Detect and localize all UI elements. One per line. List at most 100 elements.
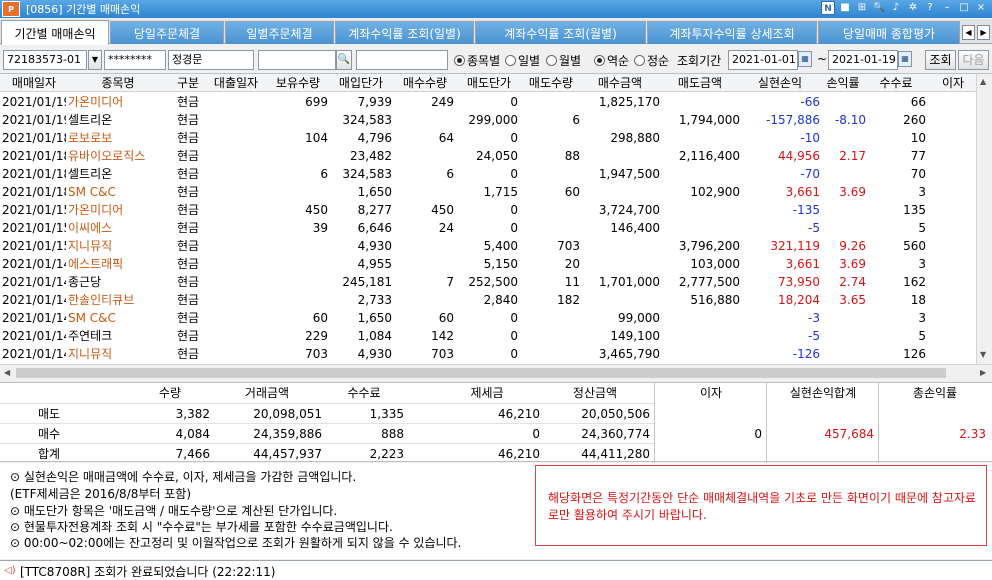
column-header[interactable]: 이자 [930,74,976,92]
table-row[interactable]: 2021/01/19 가온미디어 현금 699 7,939 249 0 1,825,170 -6… [0,93,976,111]
close-icon[interactable]: × [974,1,988,15]
vertical-scrollbar[interactable]: ▲ ▼ [976,74,992,364]
tab-scroll-left-icon[interactable]: ◀ [962,25,975,40]
horizontal-scrollbar[interactable]: ◀ ▶ [0,364,992,380]
cell-buy-price: 2,733 [357,293,392,307]
table-row[interactable]: 2021/01/18 유바이오로직스 현금 23,482 24,050 88 2,116,4… [0,147,976,165]
radio-by-month[interactable]: 월별 [546,52,581,68]
radio-by-stock[interactable]: 종목별 [454,52,500,68]
tab-scroll-right-icon[interactable]: ▶ [977,25,990,40]
scroll-down-icon[interactable]: ▼ [980,350,986,359]
column-header[interactable]: 매입단가 [330,74,392,92]
tab-5[interactable]: 계좌투자수익률 상세조회 [647,21,817,44]
tab-0[interactable]: 기간별 매매손익 [1,20,109,45]
scroll-left-icon[interactable]: ◀ [4,368,10,377]
tab-4[interactable]: 계좌수익률 조회(월별) [475,21,646,44]
layout-icon[interactable]: ⊞ [855,1,869,15]
cell-sell-qty: 11 [564,275,580,289]
search-icon[interactable]: 🔍 [336,50,352,70]
memo-icon[interactable]: ■ [838,1,852,15]
summary-divider [766,383,767,463]
calendar-from-icon[interactable]: ▦ [798,51,812,67]
column-header[interactable]: 매도단가 [458,74,520,92]
column-header[interactable]: 종목명 [72,74,164,92]
query-button[interactable]: 조회 [925,50,956,70]
radio-dot [546,54,557,66]
column-header[interactable]: 대출일자 [208,74,264,92]
table-row[interactable]: 2021/01/15 지니뮤직 현금 4,930 5,400 703 3,796,200 32… [0,237,976,255]
minimize-icon[interactable]: – [940,1,954,15]
column-header[interactable]: 수수료 [866,74,926,92]
summary-header: 이자 [699,386,723,400]
column-header[interactable]: 매수수량 [394,74,456,92]
column-header[interactable]: 보유수량 [266,74,330,92]
table-row[interactable]: 2021/01/19 셀트리온 현금 324,583 299,000 6 1,794,000… [0,111,976,129]
column-header[interactable]: 손익률 [820,74,866,92]
calendar-to-icon[interactable]: ▦ [898,51,912,67]
table-row[interactable]: 2021/01/18 SM C&C 현금 1,650 1,715 60 102,900 3,6… [0,183,976,201]
next-button[interactable]: 다음 [958,50,989,70]
cell-date: 2021/01/14 [2,311,66,325]
table-row[interactable]: 2021/01/14 종근당 현금 245,181 7 252,500 11 1,701,00… [0,273,976,291]
account-number-input[interactable]: 72183573-01 [3,50,87,70]
cell-buy-qty: 7 [446,275,454,289]
column-header[interactable]: 실현손익 [740,74,820,92]
tab-3[interactable]: 계좌수익률 조회(일별) [335,21,474,44]
maximize-icon[interactable]: □ [957,1,971,15]
password-input[interactable]: ******** [104,50,166,70]
stock-code-input[interactable] [258,50,336,70]
column-header[interactable]: 매매일자 [2,74,66,92]
tab-2[interactable]: 일별주문체결 [225,21,334,44]
cell-fee: 10 [910,131,926,145]
summary-header: 수량 [158,386,182,400]
cell-sell-price: 0 [510,131,518,145]
table-row[interactable]: 2021/01/15 가온미디어 현금 450 8,277 450 0 3,724,700 -1… [0,201,976,219]
table-row[interactable]: 2021/01/14 주연테크 현금 229 1,084 142 0 149,100 -5 5 [0,327,976,345]
date-from-input[interactable]: 2021-01-01 [728,50,798,70]
cell-sell-price: 299,000 [468,113,518,127]
tab-6[interactable]: 당일매매 종합평가 [818,21,960,44]
help-icon[interactable]: ? [923,1,937,15]
zoom-icon[interactable]: 🔍 [872,1,886,15]
cell-type: 현금 [176,95,200,109]
scroll-right-icon[interactable]: ▶ [980,368,986,377]
cell-rate: 3.65 [839,293,866,307]
column-header[interactable]: 매도수량 [522,74,580,92]
table-row[interactable]: 2021/01/14 에스트래픽 현금 4,955 5,150 20 103,000 3,66… [0,255,976,273]
summary-settle: 24,360,774 [581,427,650,441]
table-row[interactable]: 2021/01/18 로보로보 현금 104 4,796 64 0 298,880 -10 10 [0,129,976,147]
cell-rate [820,93,866,111]
cell-name: 로보로보 [68,131,113,145]
column-header[interactable]: 매도금액 [660,74,740,92]
radio-reverse-order[interactable]: 역순 [594,52,629,68]
notice-box: 해당화면은 특정기간동안 단순 매매체결내역을 기초로 만든 화면이기 때문에 … [535,465,987,546]
table-row[interactable]: 2021/01/18 셀트리온 현금 6 324,583 6 0 1,947,500 -70 70 [0,165,976,183]
radio-forward-order[interactable]: 정순 [634,52,669,68]
tab-1[interactable]: 당일주문체결 [110,21,224,44]
cell-sell-price: 24,050 [476,149,518,163]
sound-icon[interactable]: ♪ [889,1,903,15]
account-dropdown-icon[interactable]: ▼ [88,50,102,70]
table-row[interactable]: 2021/01/14 한솔인티큐브 현금 2,733 2,840 182 516,880 18… [0,291,976,309]
table-row[interactable]: 2021/01/14 지니뮤직 현금 703 4,930 703 0 3,465,790 -12… [0,345,976,363]
summary-fee: 2,223 [369,447,404,461]
cell-buy-amt: 1,825,170 [598,95,660,109]
date-to-input[interactable]: 2021-01-19 [828,50,898,70]
column-header[interactable]: 구분 [170,74,206,92]
cell-name: 에스트래픽 [68,257,124,271]
table-row[interactable]: 2021/01/15 이씨에스 현금 39 6,646 24 0 146,400 -5 5 [0,219,976,237]
cell-buy-price: 324,583 [342,113,392,127]
cell-hold: 229 [305,329,328,343]
column-header[interactable]: 매수금액 [580,74,660,92]
cell-hold [264,255,328,273]
settings-icon[interactable]: ✲ [906,1,920,15]
table-row[interactable]: 2021/01/14 SM C&C 현금 60 1,650 60 0 99,000 -3 3 [0,309,976,327]
status-bar: ◁) [TTC8708R] 조회가 완료되었습니다 (22:22:11) [0,560,992,580]
notice-icon[interactable]: N [821,1,835,15]
scroll-up-icon[interactable]: ▲ [980,77,986,86]
horizontal-scroll-thumb[interactable] [16,368,946,378]
cell-type: 현금 [176,275,200,289]
cell-buy-price: 1,650 [357,185,392,199]
summary-tax: 46,210 [498,447,540,461]
radio-by-day[interactable]: 일별 [505,52,540,68]
